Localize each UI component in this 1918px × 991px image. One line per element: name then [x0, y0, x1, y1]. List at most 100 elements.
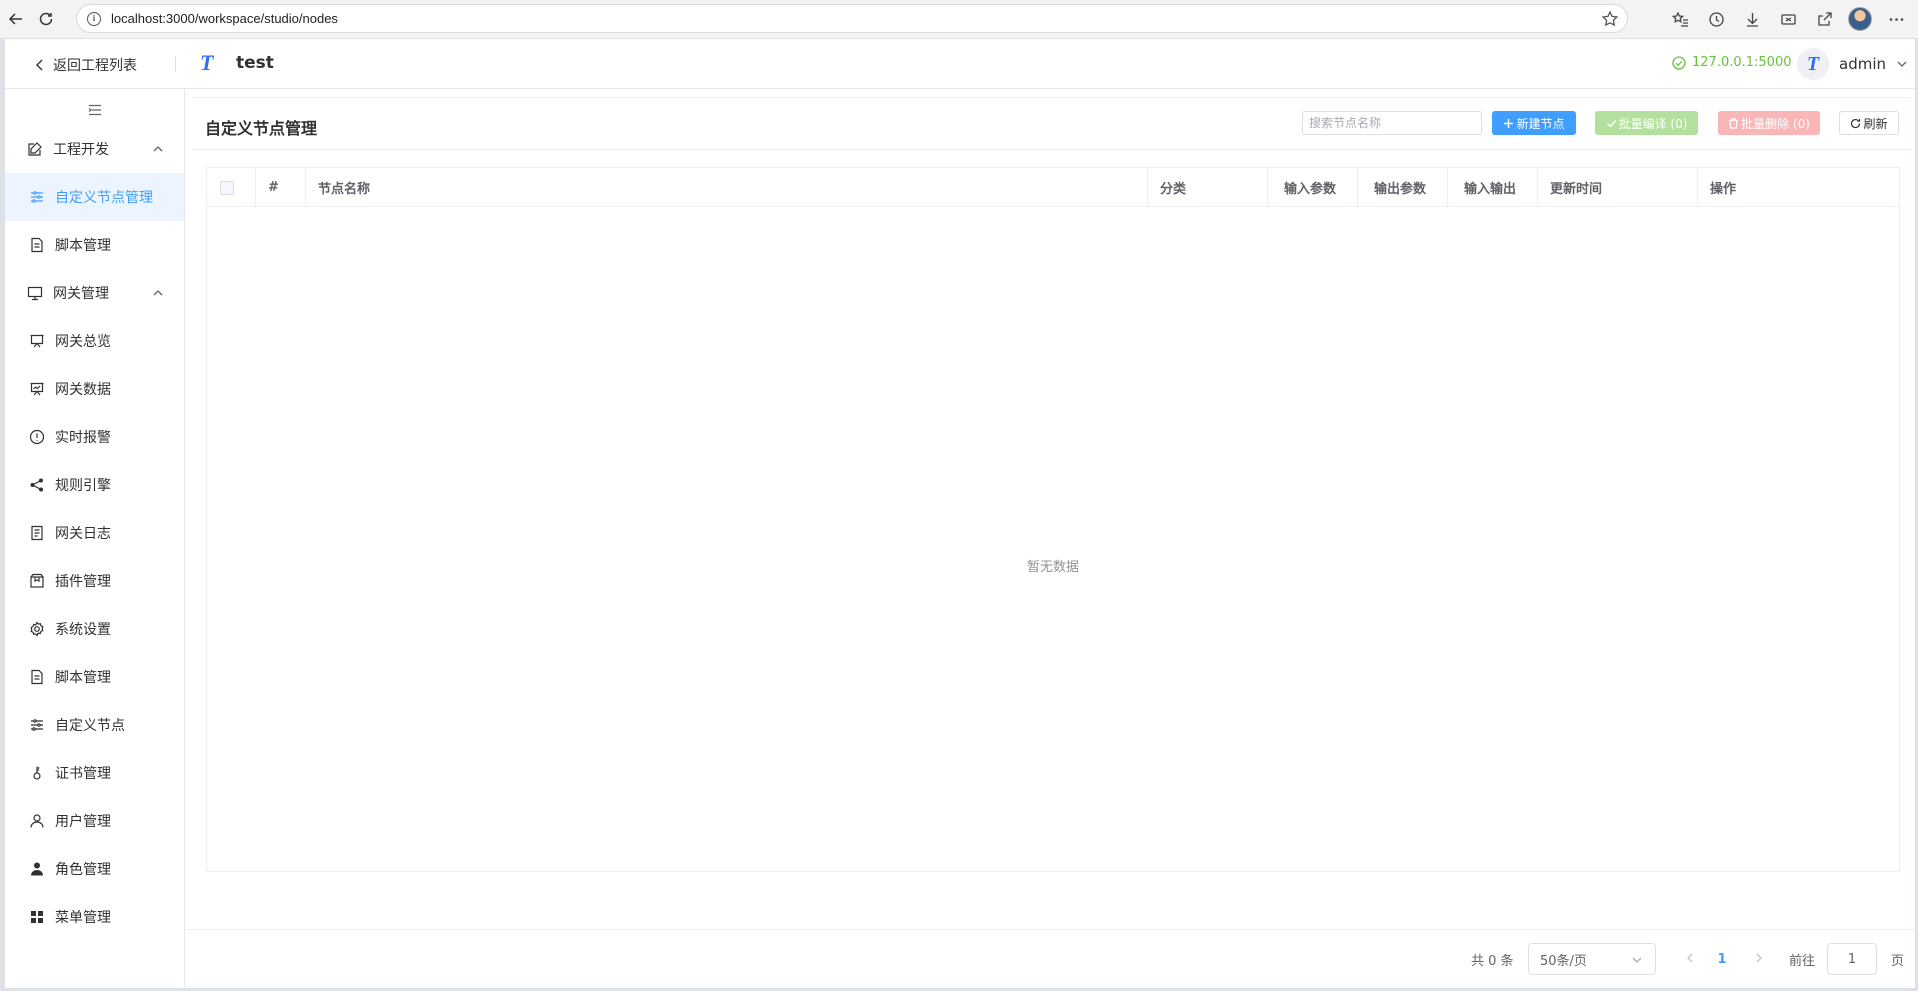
- screenshot-icon[interactable]: [1774, 5, 1802, 33]
- app-logo: T: [200, 50, 214, 75]
- url-text: localhost:3000/workspace/studio/nodes: [111, 11, 338, 26]
- goto-page-input[interactable]: [1827, 943, 1877, 975]
- back-arrow-icon[interactable]: [2, 5, 30, 33]
- box-icon: [30, 573, 44, 588]
- menu-item-gateway-data[interactable]: 网关数据: [5, 365, 184, 413]
- menu-item-custom-node-manage[interactable]: 自定义节点管理: [5, 173, 184, 221]
- menu-group-project-dev[interactable]: 工程开发: [5, 125, 184, 173]
- nodes-table: # 节点名称 分类 输入参数 输出参数 输入输出 更新时间 操作 暂无数据: [206, 167, 1900, 872]
- next-page-icon[interactable]: [1752, 951, 1766, 965]
- menu-item-label: 自定义节点: [55, 718, 125, 734]
- download-icon[interactable]: [1738, 5, 1766, 33]
- check-icon: [1606, 119, 1616, 128]
- address-bar[interactable]: i localhost:3000/workspace/studio/nodes: [76, 4, 1628, 33]
- column-updated-time: 更新时间: [1538, 168, 1698, 207]
- menu-item-label: 脚本管理: [55, 670, 111, 686]
- back-to-projects-link[interactable]: 返回工程列表: [35, 55, 137, 75]
- main-content: 自定义节点管理 新建节点 批量编译 (0) 批量删除 (0) 刷新 #: [186, 89, 1915, 988]
- search-node-input[interactable]: [1302, 111, 1482, 135]
- menu-group-label: 工程开发: [53, 142, 109, 158]
- chevron-up-icon: [153, 290, 163, 296]
- favorite-star-icon[interactable]: [1601, 10, 1619, 28]
- prev-page-icon[interactable]: [1683, 951, 1697, 965]
- content-top-border: [192, 89, 1911, 98]
- sliders-icon: [31, 719, 43, 731]
- menu-item-plugin-manage[interactable]: 插件管理: [5, 557, 184, 605]
- reload-icon[interactable]: [32, 5, 60, 33]
- gear-icon: [30, 621, 44, 637]
- page-title: 自定义节点管理: [205, 119, 318, 138]
- menu-item-system-settings[interactable]: 系统设置: [5, 605, 184, 653]
- favorites-list-icon[interactable]: [1666, 5, 1694, 33]
- menu-item-label: 脚本管理: [55, 238, 111, 254]
- plus-icon: [1504, 118, 1514, 128]
- menu-item-role-manage[interactable]: 角色管理: [5, 845, 184, 893]
- batch-delete-button[interactable]: 批量删除 (0): [1718, 111, 1820, 135]
- refresh-button[interactable]: 刷新: [1839, 111, 1899, 135]
- chart-board-icon: [30, 382, 44, 396]
- user-filled-icon: [31, 862, 43, 876]
- app-header: 返回工程列表 T test 127.0.0.1:5000 T admin: [5, 39, 1915, 89]
- menu-item-custom-node[interactable]: 自定义节点: [5, 701, 184, 749]
- menu-item-script-manage-2[interactable]: 脚本管理: [5, 653, 184, 701]
- menu-item-user-manage[interactable]: 用户管理: [5, 797, 184, 845]
- history-icon[interactable]: [1702, 5, 1730, 33]
- batch-delete-label: 批量删除 (0): [1741, 116, 1810, 131]
- column-actions: 操作: [1710, 182, 1737, 197]
- page-number-current[interactable]: 1: [1707, 943, 1737, 975]
- menu-group-gateway-manage[interactable]: 网关管理: [5, 269, 184, 317]
- menu-item-label: 插件管理: [55, 574, 111, 590]
- toolbar-divider: [192, 149, 1911, 150]
- more-menu-icon[interactable]: [1882, 5, 1910, 33]
- browser-toolbar: i localhost:3000/workspace/studio/nodes: [0, 0, 1918, 38]
- new-node-label: 新建节点: [1516, 116, 1565, 131]
- batch-compile-button[interactable]: 批量编译 (0): [1595, 111, 1698, 135]
- collapse-menu-icon[interactable]: [88, 103, 102, 117]
- chevron-up-icon: [153, 146, 163, 152]
- menu-item-label: 网关日志: [55, 526, 111, 542]
- menu-item-label: 菜单管理: [55, 910, 111, 926]
- app-window: 返回工程列表 T test 127.0.0.1:5000 T admin 工程开…: [4, 38, 1916, 989]
- page-size-value: 50条/页: [1540, 953, 1587, 969]
- new-node-button[interactable]: 新建节点: [1492, 111, 1576, 135]
- menu-item-label: 网关数据: [55, 382, 111, 398]
- menu-item-gateway-overview[interactable]: 网关总览: [5, 317, 184, 365]
- column-category: 分类: [1148, 168, 1268, 207]
- header-divider: [175, 56, 176, 72]
- chevron-down-icon: [1632, 957, 1642, 963]
- server-address: 127.0.0.1:5000: [1692, 55, 1792, 70]
- menu-item-realtime-alarm[interactable]: 实时报警: [5, 413, 184, 461]
- presentation-icon: [30, 334, 44, 348]
- menu-item-menu-manage[interactable]: 菜单管理: [5, 893, 184, 941]
- site-info-icon[interactable]: i: [87, 11, 101, 26]
- share-browser-icon[interactable]: [1810, 5, 1838, 33]
- menu-item-label: 实时报警: [55, 430, 111, 446]
- edit-icon: [28, 142, 42, 156]
- sidebar: 工程开发 自定义节点管理 脚本管理 网关管理 网关总览 网关数据 实时报警 规则…: [5, 89, 185, 988]
- project-name: test: [236, 53, 274, 73]
- footer-divider: [186, 929, 1915, 930]
- menu-item-rule-engine[interactable]: 规则引擎: [5, 461, 184, 509]
- user-avatar: T: [1797, 48, 1829, 80]
- profile-icon[interactable]: [1846, 5, 1874, 33]
- page-size-select[interactable]: 50条/页: [1528, 943, 1656, 975]
- menu-item-script-manage[interactable]: 脚本管理: [5, 221, 184, 269]
- menu-item-label: 用户管理: [55, 814, 111, 830]
- menu-item-label: 网关总览: [55, 334, 111, 350]
- menu-item-cert-manage[interactable]: 证书管理: [5, 749, 184, 797]
- select-all-column: [207, 168, 256, 207]
- document-icon: [31, 669, 43, 685]
- select-all-checkbox[interactable]: [220, 180, 234, 195]
- grid-icon: [31, 911, 43, 923]
- monitor-icon: [27, 286, 43, 301]
- key-icon: [33, 766, 41, 780]
- chevron-left-icon: [36, 59, 43, 71]
- pagination-total: 共 0 条: [1471, 953, 1514, 969]
- back-link-label: 返回工程列表: [53, 58, 137, 74]
- batch-compile-label: 批量编译 (0): [1618, 116, 1688, 131]
- menu-item-gateway-log[interactable]: 网关日志: [5, 509, 184, 557]
- table-header: # 节点名称 分类 输入参数 输出参数 输入输出 更新时间 操作: [207, 168, 1899, 207]
- column-index: #: [256, 168, 306, 207]
- user-menu[interactable]: T admin: [1797, 48, 1908, 80]
- log-icon: [31, 525, 43, 541]
